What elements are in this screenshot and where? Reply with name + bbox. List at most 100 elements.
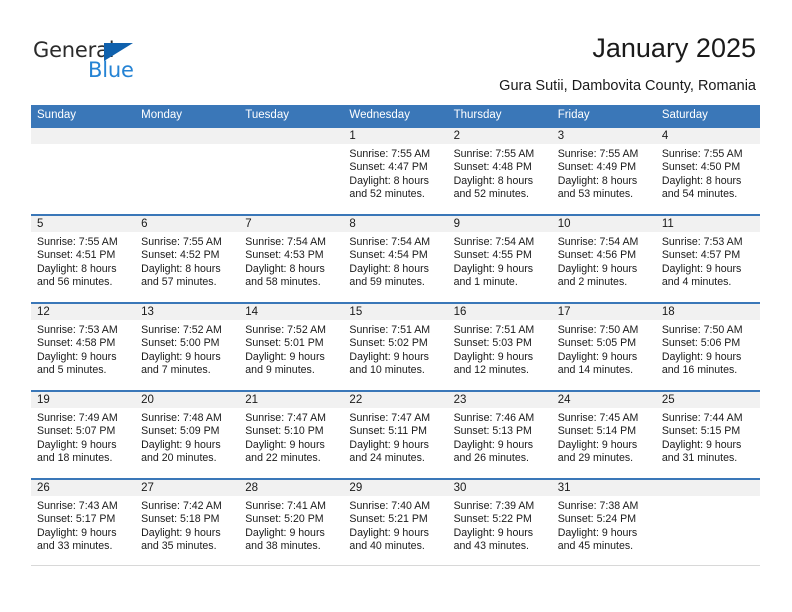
calendar-day-cell[interactable]: 15 Sunrise: 7:51 AM Sunset: 5:02 PM Dayligh… [343, 304, 448, 390]
calendar-day-cell[interactable]: 7 Sunrise: 7:54 AM Sunset: 4:53 PM Daylight… [239, 216, 344, 302]
calendar-day-cell[interactable]: 3 Sunrise: 7:55 AM Sunset: 4:49 PM Daylight… [551, 128, 656, 214]
day-number: 28 [239, 480, 344, 496]
sunset-time: Sunset: 4:57 PM [661, 249, 741, 262]
calendar-day-cell[interactable]: 27 Sunrise: 7:42 AM Sunset: 5:18 PM Dayligh… [135, 480, 240, 565]
sunrise-time: Sunrise: 7:44 AM [661, 412, 743, 424]
sunrise-time: Sunrise: 7:48 AM [141, 412, 222, 424]
calendar-day-cell[interactable]: 6 Sunrise: 7:55 AM Sunset: 4:52 PM Daylight… [135, 216, 240, 302]
day-details: Sunrise: 7:55 AM Sunset: 4:50 PM Daylight:… [656, 144, 760, 201]
day-number: 6 [135, 216, 240, 232]
day-number: 5 [31, 216, 136, 232]
weekday-header-saturday: Saturday [661, 109, 708, 121]
daylight-duration-line1: Daylight: 9 hours [37, 350, 117, 363]
calendar-day-cell[interactable]: 29 Sunrise: 7:40 AM Sunset: 5:21 PM Dayligh… [343, 480, 448, 565]
daylight-duration-line2: and 35 minutes. [141, 539, 217, 552]
calendar-day-cell[interactable]: 22 Sunrise: 7:47 AM Sunset: 5:11 PM Dayligh… [343, 392, 448, 478]
day-details: Sunrise: 7:47 AM Sunset: 5:11 PM Daylight:… [343, 408, 447, 465]
calendar-weeks: 1 Sunrise: 7:55 AM Sunset: 4:47 PM Daylight… [31, 126, 760, 566]
sunset-time: Sunset: 5:21 PM [349, 513, 428, 526]
sunrise-time: Sunrise: 7:47 AM [245, 412, 326, 424]
calendar-day-cell[interactable]: 5 Sunrise: 7:55 AM Sunset: 4:51 PM Daylight… [31, 216, 136, 302]
daylight-duration-line1: Daylight: 9 hours [37, 438, 117, 451]
daylight-duration-line2: and 29 minutes. [557, 451, 634, 464]
calendar-day-cell[interactable]: 30 Sunrise: 7:39 AM Sunset: 5:22 PM Dayligh… [447, 480, 552, 565]
day-number: 16 [447, 304, 552, 320]
day-details: Sunrise: 7:54 AM Sunset: 4:56 PM Daylight:… [552, 232, 656, 289]
day-number: 22 [343, 392, 448, 408]
day-details [31, 144, 135, 148]
calendar-day-cell[interactable]: 25 Sunrise: 7:44 AM Sunset: 5:15 PM Dayligh… [655, 392, 760, 478]
daylight-duration-line2: and 43 minutes. [453, 539, 529, 552]
day-number: 27 [135, 480, 240, 496]
daylight-duration-line1: Daylight: 9 hours [661, 262, 742, 275]
sunset-time: Sunset: 5:01 PM [245, 337, 324, 350]
day-number [655, 480, 760, 496]
day-number: 19 [31, 392, 136, 408]
sunrise-time: Sunrise: 7:53 AM [661, 236, 743, 248]
page-subtitle: Gura Sutii, Dambovita County, Romania [499, 78, 756, 94]
calendar-day-cell[interactable]: 16 Sunrise: 7:51 AM Sunset: 5:03 PM Dayligh… [447, 304, 552, 390]
daylight-duration-line1: Daylight: 8 hours [453, 174, 534, 187]
calendar-day-cell[interactable]: 4 Sunrise: 7:55 AM Sunset: 4:50 PM Daylight… [655, 128, 760, 214]
daylight-duration-line2: and 22 minutes. [245, 451, 321, 464]
calendar-day-cell[interactable]: 26 Sunrise: 7:43 AM Sunset: 5:17 PM Dayligh… [31, 480, 136, 565]
daylight-duration-line1: Daylight: 8 hours [37, 262, 117, 275]
sunrise-time: Sunrise: 7:54 AM [245, 236, 326, 248]
calendar-week-row: 1 Sunrise: 7:55 AM Sunset: 4:47 PM Daylight… [31, 126, 760, 214]
daylight-duration-line2: and 45 minutes. [557, 539, 634, 552]
daylight-duration-line1: Daylight: 9 hours [661, 438, 742, 451]
daylight-duration-line2: and 53 minutes. [557, 187, 634, 200]
calendar-day-cell[interactable]: 8 Sunrise: 7:54 AM Sunset: 4:54 PM Daylight… [343, 216, 448, 302]
calendar-day-cell[interactable]: 21 Sunrise: 7:47 AM Sunset: 5:10 PM Dayligh… [239, 392, 344, 478]
daylight-duration-line1: Daylight: 9 hours [453, 438, 534, 451]
day-details: Sunrise: 7:50 AM Sunset: 5:06 PM Daylight:… [656, 320, 760, 377]
daylight-duration-line2: and 54 minutes. [661, 187, 738, 200]
calendar-day-cell[interactable]: 17 Sunrise: 7:50 AM Sunset: 5:05 PM Dayligh… [551, 304, 656, 390]
daylight-duration-line1: Daylight: 8 hours [349, 174, 429, 187]
calendar-day-cell[interactable]: 12 Sunrise: 7:53 AM Sunset: 4:58 PM Dayligh… [31, 304, 136, 390]
calendar-day-cell[interactable]: 10 Sunrise: 7:54 AM Sunset: 4:56 PM Dayligh… [551, 216, 656, 302]
calendar-day-cell[interactable]: 19 Sunrise: 7:49 AM Sunset: 5:07 PM Dayligh… [31, 392, 136, 478]
day-details: Sunrise: 7:40 AM Sunset: 5:21 PM Daylight:… [343, 496, 447, 553]
sunset-time: Sunset: 4:48 PM [453, 161, 532, 174]
calendar-day-cell[interactable]: 11 Sunrise: 7:53 AM Sunset: 4:57 PM Dayligh… [655, 216, 760, 302]
sunset-time: Sunset: 4:55 PM [453, 249, 532, 262]
sunrise-time: Sunrise: 7:40 AM [349, 500, 431, 512]
day-number: 25 [655, 392, 760, 408]
daylight-duration-line2: and 14 minutes. [557, 363, 634, 376]
daylight-duration-line1: Daylight: 9 hours [557, 350, 638, 363]
day-number: 20 [135, 392, 240, 408]
calendar-day-cell[interactable]: 2 Sunrise: 7:55 AM Sunset: 4:48 PM Daylight… [447, 128, 552, 214]
calendar-day-cell[interactable]: 1 Sunrise: 7:55 AM Sunset: 4:47 PM Daylight… [343, 128, 448, 214]
sunset-time: Sunset: 4:47 PM [349, 161, 428, 174]
general-blue-logo[interactable]: General Blue [33, 38, 163, 82]
daylight-duration-line1: Daylight: 9 hours [245, 526, 325, 539]
calendar-day-cell[interactable]: 23 Sunrise: 7:46 AM Sunset: 5:13 PM Dayligh… [447, 392, 552, 478]
daylight-duration-line2: and 56 minutes. [37, 275, 113, 288]
daylight-duration-line1: Daylight: 9 hours [141, 438, 221, 451]
daylight-duration-line2: and 7 minutes. [141, 363, 211, 376]
sunset-time: Sunset: 4:49 PM [557, 161, 637, 174]
calendar-day-cell[interactable]: 28 Sunrise: 7:41 AM Sunset: 5:20 PM Dayligh… [239, 480, 344, 565]
calendar-day-cell[interactable]: 9 Sunrise: 7:54 AM Sunset: 4:55 PM Daylight… [447, 216, 552, 302]
daylight-duration-line2: and 26 minutes. [453, 451, 529, 464]
weekday-header-friday: Friday [557, 109, 590, 121]
day-details: Sunrise: 7:50 AM Sunset: 5:05 PM Daylight:… [552, 320, 656, 377]
calendar-day-cell[interactable]: 14 Sunrise: 7:52 AM Sunset: 5:01 PM Dayligh… [239, 304, 344, 390]
sunset-time: Sunset: 5:09 PM [141, 425, 220, 438]
sunrise-time: Sunrise: 7:42 AM [141, 500, 222, 512]
sunset-time: Sunset: 4:58 PM [37, 337, 116, 350]
daylight-duration-line1: Daylight: 9 hours [349, 526, 429, 539]
daylight-duration-line2: and 2 minutes. [557, 275, 628, 288]
calendar-day-cell[interactable]: 13 Sunrise: 7:52 AM Sunset: 5:00 PM Dayligh… [135, 304, 240, 390]
calendar-day-cell[interactable]: 31 Sunrise: 7:38 AM Sunset: 5:24 PM Dayligh… [551, 480, 656, 565]
day-details: Sunrise: 7:55 AM Sunset: 4:49 PM Daylight:… [552, 144, 656, 201]
sunrise-time: Sunrise: 7:55 AM [661, 148, 743, 160]
day-details: Sunrise: 7:46 AM Sunset: 5:13 PM Daylight:… [448, 408, 552, 465]
daylight-duration-line1: Daylight: 9 hours [245, 350, 325, 363]
calendar-day-cell[interactable]: 20 Sunrise: 7:48 AM Sunset: 5:09 PM Dayligh… [135, 392, 240, 478]
calendar-day-cell[interactable]: 18 Sunrise: 7:50 AM Sunset: 5:06 PM Dayligh… [655, 304, 760, 390]
day-details: Sunrise: 7:42 AM Sunset: 5:18 PM Daylight:… [135, 496, 239, 553]
day-number: 21 [239, 392, 344, 408]
calendar-day-cell[interactable]: 24 Sunrise: 7:45 AM Sunset: 5:14 PM Dayligh… [551, 392, 656, 478]
